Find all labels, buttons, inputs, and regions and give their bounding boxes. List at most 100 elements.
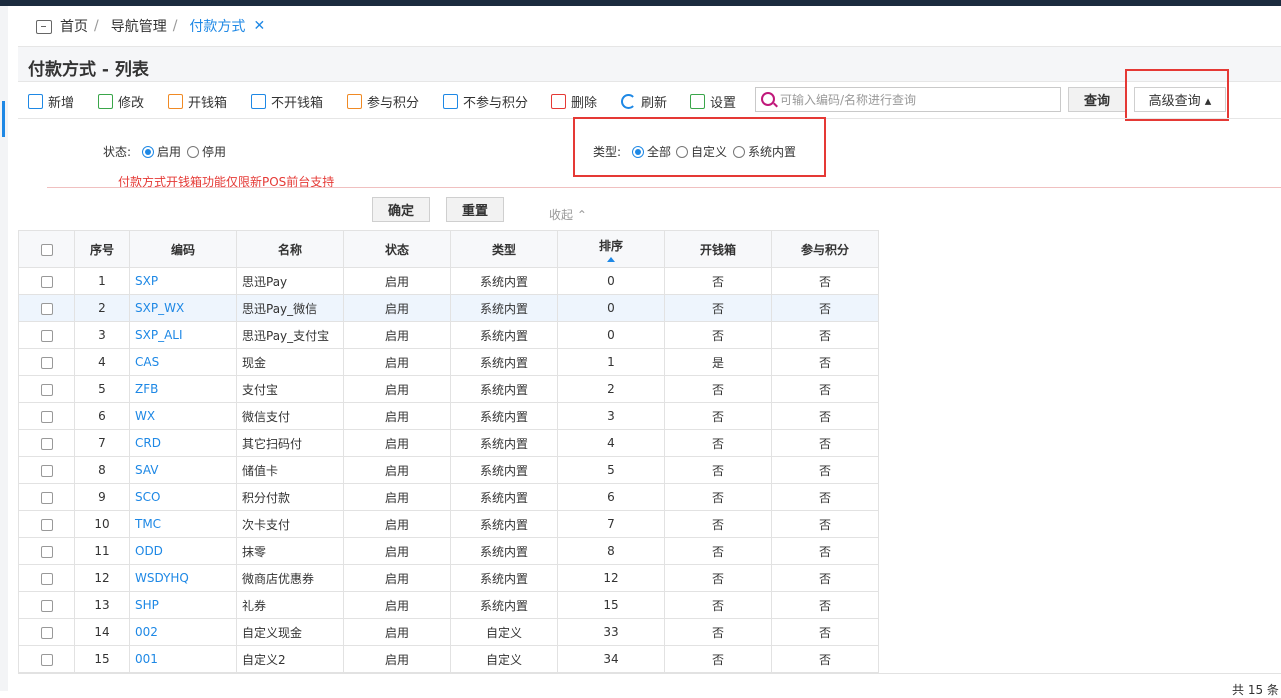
cell-drawer: 否 — [664, 483, 772, 511]
table-row[interactable]: 12 WSDYHQ 微商店优惠券 启用 系统内置 12 否否 — [18, 564, 879, 592]
cell-code[interactable]: CRD — [129, 429, 237, 457]
settings-button[interactable]: 设置 — [690, 92, 736, 111]
breadcrumb-current[interactable]: 付款方式 — [189, 16, 245, 36]
cell-code[interactable]: SXP — [129, 267, 237, 295]
table-row[interactable]: 3 SXP_ALI 思迅Pay_支付宝 启用 系统内置 0 否否 — [18, 321, 879, 349]
row-select-cell[interactable] — [18, 429, 75, 457]
query-button[interactable]: 查询 — [1068, 87, 1126, 112]
cell-code[interactable]: WSDYHQ — [129, 564, 237, 592]
add-button[interactable]: 新增 — [28, 92, 74, 111]
search-icon — [761, 92, 775, 106]
row-select-cell[interactable] — [18, 402, 75, 430]
cell-code[interactable]: SAV — [129, 456, 237, 484]
select-all-cell[interactable] — [18, 230, 75, 268]
row-select-cell[interactable] — [18, 591, 75, 619]
table-row[interactable]: 1 SXP 思迅Pay 启用 系统内置 0 否否 — [18, 267, 879, 295]
row-checkbox[interactable] — [40, 464, 53, 477]
points-button[interactable]: 参与积分 — [347, 92, 419, 111]
row-checkbox[interactable] — [40, 329, 53, 342]
table-row[interactable]: 10 TMC 次卡支付 启用 系统内置 7 否否 — [18, 510, 879, 538]
row-checkbox[interactable] — [40, 383, 53, 396]
row-checkbox[interactable] — [40, 410, 53, 423]
row-select-cell[interactable] — [18, 294, 75, 322]
breadcrumb-nav[interactable]: 导航管理 — [111, 16, 167, 36]
no-points-button[interactable]: 不参与积分 — [443, 92, 528, 111]
row-select-cell[interactable] — [18, 375, 75, 403]
row-checkbox[interactable] — [40, 545, 53, 558]
row-checkbox[interactable] — [40, 437, 53, 450]
cell-sort: 12 — [557, 564, 665, 592]
table-row[interactable]: 7 CRD 其它扫码付 启用 系统内置 4 否否 — [18, 429, 879, 457]
row-select-cell[interactable] — [18, 267, 75, 295]
select-all-checkbox[interactable] — [40, 243, 53, 256]
header-type[interactable]: 类型 — [450, 230, 558, 268]
table-row[interactable]: 13 SHP 礼券 启用 系统内置 15 否否 — [18, 591, 879, 619]
row-select-cell[interactable] — [18, 348, 75, 376]
no-drawer-button[interactable]: 不开钱箱 — [251, 92, 323, 111]
cell-sort: 8 — [557, 537, 665, 565]
home-icon[interactable] — [36, 20, 52, 34]
cell-code[interactable]: 001 — [129, 645, 237, 673]
row-select-cell[interactable] — [18, 564, 75, 592]
header-code[interactable]: 编码 — [129, 230, 237, 268]
cell-name: 储值卡 — [236, 456, 344, 484]
cell-code[interactable]: SHP — [129, 591, 237, 619]
row-checkbox[interactable] — [40, 302, 53, 315]
confirm-button[interactable]: 确定 — [372, 197, 430, 222]
open-drawer-button[interactable]: 开钱箱 — [168, 92, 227, 111]
cell-status: 启用 — [343, 429, 451, 457]
row-checkbox[interactable] — [40, 572, 53, 585]
cell-code[interactable]: 002 — [129, 618, 237, 646]
table-row[interactable]: 2 SXP_WX 思迅Pay_微信 启用 系统内置 0 否否 — [18, 294, 879, 322]
cell-code[interactable]: CAS — [129, 348, 237, 376]
row-checkbox[interactable] — [40, 491, 53, 504]
row-checkbox[interactable] — [40, 275, 53, 288]
header-sort[interactable]: 排序 — [557, 230, 665, 268]
refresh-button[interactable]: 刷新 — [621, 92, 667, 111]
status-radio-enabled[interactable]: 启用 — [142, 143, 181, 160]
cell-drawer: 否 — [664, 456, 772, 484]
cell-code[interactable]: SXP_ALI — [129, 321, 237, 349]
cell-points: 否 — [771, 456, 879, 484]
cell-code[interactable]: SCO — [129, 483, 237, 511]
row-select-cell[interactable] — [18, 645, 75, 673]
row-select-cell[interactable] — [18, 537, 75, 565]
row-select-cell[interactable] — [18, 483, 75, 511]
close-tab-icon[interactable]: ✕ — [253, 18, 265, 34]
cell-index: 15 — [74, 645, 130, 673]
row-select-cell[interactable] — [18, 510, 75, 538]
table-row[interactable]: 8 SAV 储值卡 启用 系统内置 5 否否 — [18, 456, 879, 484]
header-drawer[interactable]: 开钱箱 — [664, 230, 772, 268]
cell-code[interactable]: TMC — [129, 510, 237, 538]
row-select-cell[interactable] — [18, 321, 75, 349]
reset-button[interactable]: 重置 — [446, 197, 504, 222]
table-row[interactable]: 14 002 自定义现金 启用 自定义 33 否否 — [18, 618, 879, 646]
cell-code[interactable]: WX — [129, 402, 237, 430]
table-row[interactable]: 11 ODD 抹零 启用 系统内置 8 否否 — [18, 537, 879, 565]
breadcrumb-home[interactable]: 首页 — [60, 16, 88, 36]
row-checkbox[interactable] — [40, 653, 53, 666]
table-row[interactable]: 4 CAS 现金 启用 系统内置 1 是否 — [18, 348, 879, 376]
cell-code[interactable]: ODD — [129, 537, 237, 565]
row-select-cell[interactable] — [18, 456, 75, 484]
row-checkbox[interactable] — [40, 518, 53, 531]
table-row[interactable]: 5 ZFB 支付宝 启用 系统内置 2 否否 — [18, 375, 879, 403]
status-radio-disabled[interactable]: 停用 — [187, 143, 226, 160]
row-checkbox[interactable] — [40, 626, 53, 639]
header-points[interactable]: 参与积分 — [771, 230, 879, 268]
delete-button[interactable]: 删除 — [551, 92, 597, 111]
table-row[interactable]: 15 001 自定义2 启用 自定义 34 否否 — [18, 645, 879, 673]
collapse-link[interactable]: 收起 ⌃ — [549, 206, 587, 223]
row-select-cell[interactable] — [18, 618, 75, 646]
cell-code[interactable]: SXP_WX — [129, 294, 237, 322]
row-checkbox[interactable] — [40, 599, 53, 612]
row-checkbox[interactable] — [40, 356, 53, 369]
table-row[interactable]: 6 WX 微信支付 启用 系统内置 3 否否 — [18, 402, 879, 430]
cell-code[interactable]: ZFB — [129, 375, 237, 403]
edit-button[interactable]: 修改 — [98, 92, 144, 111]
header-name[interactable]: 名称 — [236, 230, 344, 268]
cell-status: 启用 — [343, 456, 451, 484]
header-status[interactable]: 状态 — [343, 230, 451, 268]
search-input[interactable] — [780, 90, 1056, 109]
table-row[interactable]: 9 SCO 积分付款 启用 系统内置 6 否否 — [18, 483, 879, 511]
